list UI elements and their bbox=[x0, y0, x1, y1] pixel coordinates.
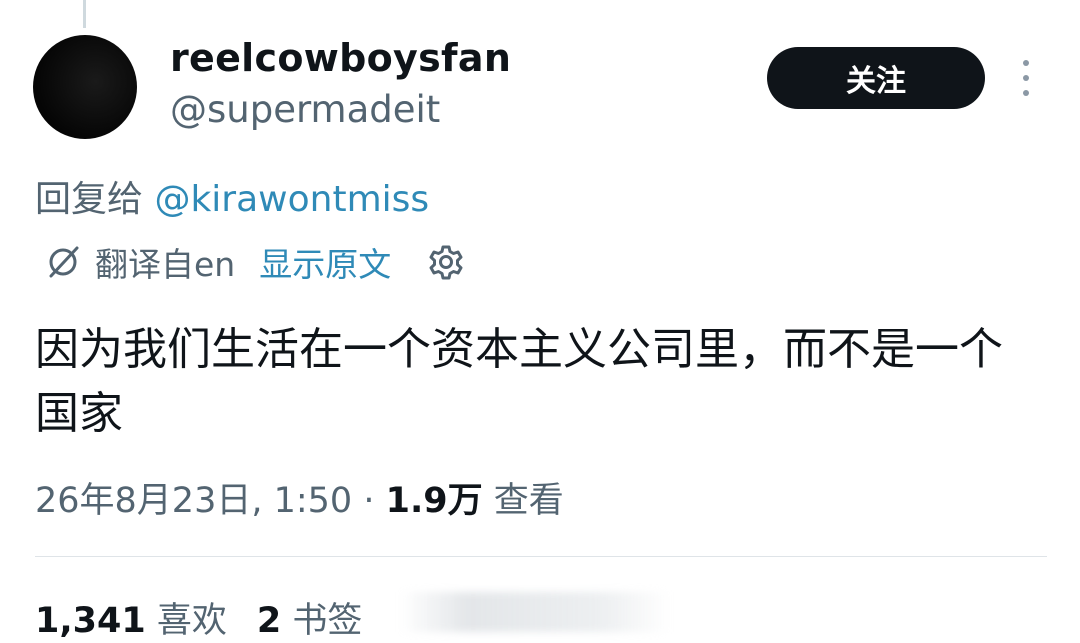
engagement-stats: 1,341 喜欢 2 书签 bbox=[35, 592, 362, 643]
thread-connector-line bbox=[83, 0, 86, 28]
author-display-name[interactable]: reelcowboysfan bbox=[170, 36, 511, 80]
bookmarks-stat[interactable]: 2 书签 bbox=[257, 601, 363, 641]
reply-to-line: 回复给 @kirawontmiss bbox=[35, 170, 429, 222]
views-count: 1.9万 bbox=[385, 481, 483, 521]
timestamp[interactable]: 26年8月23日, 1:50 bbox=[35, 481, 352, 521]
tweet-text: 因为我们生活在一个资本主义公司里，而不是一个国家 bbox=[35, 324, 1003, 439]
author-handle[interactable]: @supermadeit bbox=[170, 88, 440, 131]
likes-stat[interactable]: 1,341 喜欢 bbox=[35, 601, 227, 641]
show-original-link[interactable]: 显示原文 bbox=[259, 238, 391, 286]
bookmarks-label: 书签 bbox=[281, 601, 363, 641]
blurred-region bbox=[400, 592, 670, 632]
tweet-meta: 26年8月23日, 1:50 · 1.9万 查看 bbox=[35, 472, 564, 523]
gear-icon[interactable] bbox=[427, 243, 465, 281]
avatar[interactable] bbox=[33, 35, 137, 139]
reply-prefix: 回复给 bbox=[35, 179, 155, 220]
likes-label: 喜欢 bbox=[145, 601, 227, 641]
views-label: 查看 bbox=[482, 481, 564, 521]
more-vertical-icon[interactable] bbox=[1016, 60, 1036, 96]
translate-icon bbox=[49, 246, 79, 278]
likes-count: 1,341 bbox=[35, 601, 146, 641]
reply-to-handle-link[interactable]: @kirawontmiss bbox=[154, 179, 429, 220]
follow-button[interactable]: 关注 bbox=[767, 47, 985, 109]
divider bbox=[35, 556, 1047, 557]
bookmarks-count: 2 bbox=[256, 601, 282, 641]
translation-bar: 翻译自en 显示原文 bbox=[45, 240, 465, 284]
meta-separator: · bbox=[352, 481, 386, 521]
translated-from-label: 翻译自en bbox=[95, 245, 236, 284]
